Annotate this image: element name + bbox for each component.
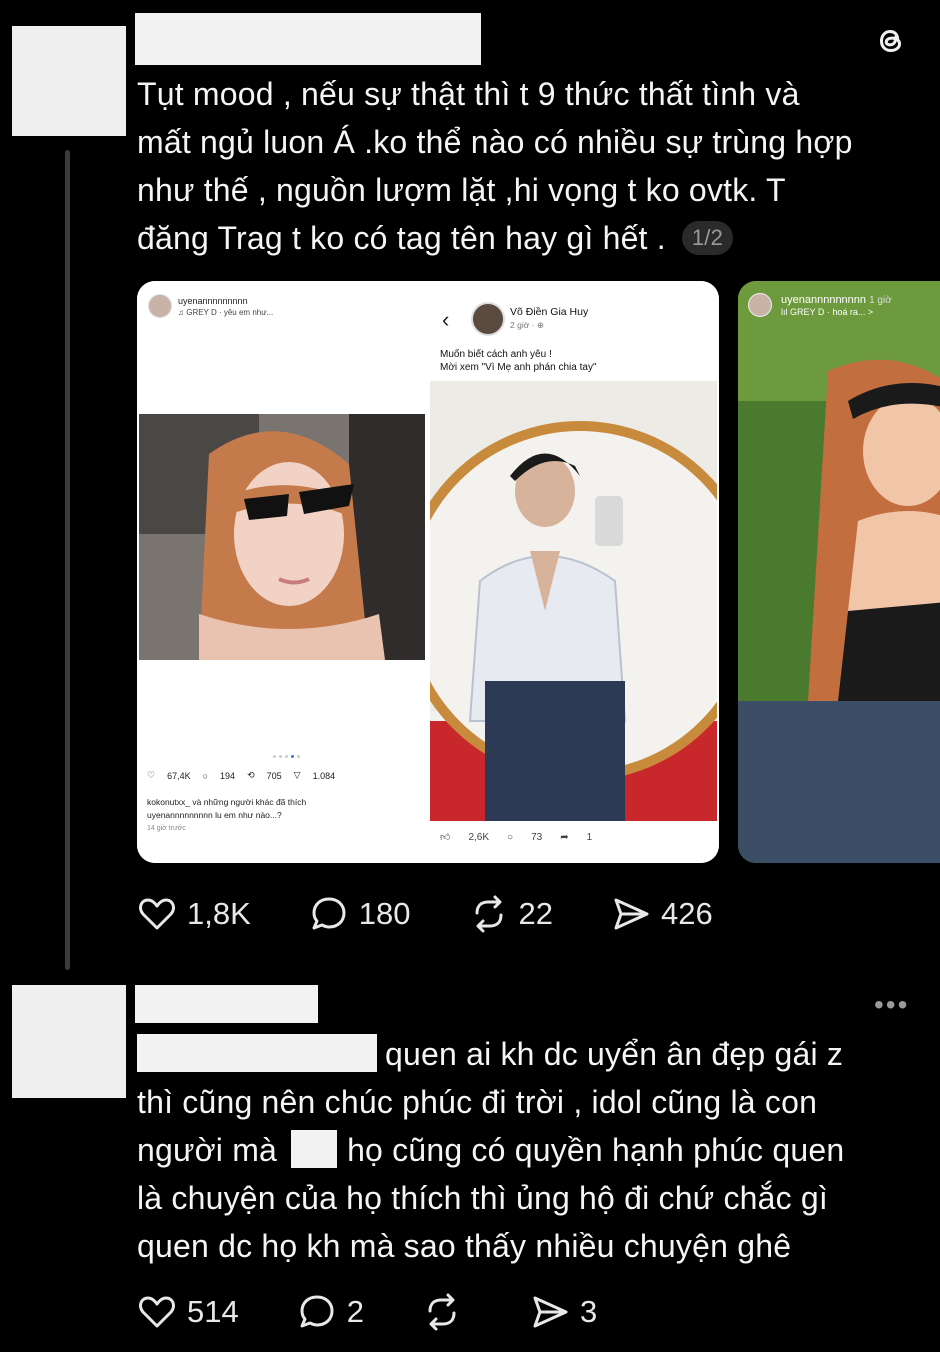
reply-text-segment: quen ai kh dc uyển ân đẹp gái z bbox=[385, 1036, 844, 1072]
repost-icon bbox=[428, 1293, 456, 1331]
story-photo bbox=[738, 281, 940, 863]
instagram-screenshot: uyenannnnnnnnn ♫ GREY D · yêu em như... … bbox=[137, 281, 430, 863]
post-text: Tụt mood , nếu sự thật thì t 9 thức thất… bbox=[137, 70, 853, 262]
repost-button[interactable]: 22 bbox=[469, 894, 553, 934]
reply-text-line: quen ai kh dc uyển ân đẹp gái z bbox=[137, 1030, 844, 1078]
avatar bbox=[748, 293, 772, 317]
share-icon: ➦ bbox=[560, 831, 569, 843]
story-username-text: uyenannnnnnnnn bbox=[781, 294, 867, 306]
like-icon: 👍︎ bbox=[440, 832, 451, 843]
fb-likes: 2,6K bbox=[468, 831, 490, 843]
share-button[interactable]: 426 bbox=[611, 894, 713, 934]
like-count: 1,8K bbox=[187, 896, 251, 931]
reply-text-segment: họ cũng có quyền hạnh phúc quen bbox=[347, 1132, 845, 1168]
ig-caption: uyenannnnnnnnn lu em như nào...? bbox=[147, 810, 282, 820]
reply-text: quen ai kh dc uyển ân đẹp gái z thì cũng… bbox=[137, 1030, 844, 1270]
heart-icon bbox=[139, 1296, 175, 1328]
ig-shares: 1.084 bbox=[312, 770, 336, 781]
fb-shares: 1 bbox=[586, 831, 593, 843]
username-redacted[interactable] bbox=[135, 985, 318, 1023]
avatar bbox=[148, 294, 172, 318]
reply-button[interactable]: 180 bbox=[309, 894, 411, 934]
reply-count: 2 bbox=[346, 1294, 364, 1329]
post-text-line: như thế , nguồn lượm lặt ,hi vọng t ko o… bbox=[137, 172, 786, 208]
like-button[interactable]: 514 bbox=[137, 1292, 239, 1332]
post-text-line-content: đăng Trag t ko có tag tên hay gì hết . bbox=[137, 220, 666, 256]
ig-stats: ♡ 67,4K ○ 194 ⟲ 705 ▽ 1.084 bbox=[147, 770, 347, 781]
reply-actions: 514 2 3 bbox=[137, 1292, 655, 1332]
story-username: uyenannnnnnnnn 1 giờ bbox=[781, 294, 892, 306]
share-count: 426 bbox=[661, 896, 713, 931]
avatar bbox=[471, 302, 505, 336]
reply-button[interactable]: 2 bbox=[297, 1292, 364, 1332]
ig-username: uyenannnnnnnnn bbox=[178, 296, 248, 306]
avatar[interactable] bbox=[12, 985, 126, 1098]
post-actions: 1,8K 180 22 426 bbox=[137, 894, 771, 934]
reply-count: 180 bbox=[358, 896, 411, 931]
comment-icon: ○ bbox=[202, 770, 209, 781]
reply-text-line: là chuyện của họ thích thì ủng hộ đi chứ… bbox=[137, 1180, 829, 1216]
emoji-redacted bbox=[291, 1129, 338, 1168]
ig-liked-by: kokonutxx_ và những người khác đã thích bbox=[147, 797, 307, 807]
post-text-line: mất ngủ luon Á .ko thể nào có nhiều sự t… bbox=[137, 124, 853, 160]
repost-icon: ⟲ bbox=[247, 770, 255, 780]
more-options-button[interactable]: ••• bbox=[874, 989, 909, 1021]
send-icon bbox=[614, 898, 649, 930]
ig-likes: 67,4K bbox=[167, 770, 191, 781]
like-button[interactable]: 1,8K bbox=[137, 894, 251, 934]
ig-comments: 194 bbox=[220, 770, 236, 781]
thread-line bbox=[65, 150, 70, 970]
carousel-dots bbox=[273, 755, 303, 758]
image-pager: 1/2 bbox=[681, 220, 734, 255]
like-count: 514 bbox=[187, 1294, 239, 1329]
fb-time: 2 giờ · ⊕ bbox=[510, 320, 544, 330]
reply-text-line: người mà họ cũng có quyền hạnh phúc quen bbox=[137, 1126, 844, 1174]
media-image-1[interactable]: uyenannnnnnnnn ♫ GREY D · yêu em như... … bbox=[137, 281, 719, 863]
ig-reposts: 705 bbox=[266, 770, 282, 781]
repost-button[interactable] bbox=[422, 1292, 472, 1332]
ig-time: 14 giờ trước bbox=[147, 825, 186, 832]
post-text-line: Tụt mood , nếu sự thật thì t 9 thức thất… bbox=[137, 76, 800, 112]
fb-caption-line: Muốn biết cách anh yêu ! bbox=[440, 349, 552, 360]
repost-count: 22 bbox=[518, 896, 553, 931]
fb-caption-line: Mời xem "Vì Mẹ anh phán chia tay" bbox=[440, 362, 597, 373]
back-arrow-icon: ‹ bbox=[442, 307, 450, 332]
selfie-photo bbox=[139, 414, 425, 660]
heart-icon: ♡ bbox=[147, 770, 156, 780]
comment-icon bbox=[300, 1295, 334, 1328]
facebook-screenshot: ‹ Võ Điền Gia Huy 2 giờ · ⊕ Muốn biết cá… bbox=[430, 281, 719, 863]
ig-song: ♫ GREY D · yêu em như... bbox=[178, 308, 274, 317]
media-image-2[interactable]: uyenannnnnnnnn 1 giờ lıl GREY D · hoá ra… bbox=[738, 281, 940, 863]
comment-icon bbox=[312, 897, 346, 930]
fb-caption: Muốn biết cách anh yêu ! Mời xem "Vì Mẹ … bbox=[440, 348, 597, 374]
share-count: 3 bbox=[579, 1294, 598, 1329]
reply-text-segment: người mà bbox=[137, 1132, 278, 1168]
repost-icon bbox=[475, 895, 503, 933]
comment-icon: ○ bbox=[507, 831, 514, 843]
threads-icon[interactable] bbox=[872, 22, 910, 60]
story-time: 1 giờ bbox=[869, 295, 892, 306]
post-text-line: đăng Trag t ko có tag tên hay gì hết . 1/… bbox=[137, 214, 853, 262]
story-song: lıl GREY D · hoá ra... > bbox=[781, 307, 874, 317]
fb-stats: 👍︎ 2,6K ○ 73 ➦ 1 bbox=[440, 831, 610, 844]
fb-comments: 73 bbox=[531, 831, 543, 843]
fb-name: Võ Điền Gia Huy bbox=[510, 306, 589, 318]
avatar[interactable] bbox=[12, 26, 126, 136]
share-button[interactable]: 3 bbox=[530, 1292, 597, 1332]
heart-icon bbox=[139, 898, 175, 930]
reply-text-line: quen dc họ kh mà sao thấy nhiều chuyện g… bbox=[137, 1228, 792, 1264]
reply-text-line: thì cũng nên chúc phúc đi trời , idol cũ… bbox=[137, 1084, 818, 1120]
send-icon: ▽ bbox=[293, 770, 301, 780]
mention-redacted bbox=[137, 1033, 377, 1072]
send-icon bbox=[533, 1296, 568, 1328]
username-redacted[interactable] bbox=[135, 13, 481, 65]
mirror-selfie-photo bbox=[430, 381, 717, 821]
